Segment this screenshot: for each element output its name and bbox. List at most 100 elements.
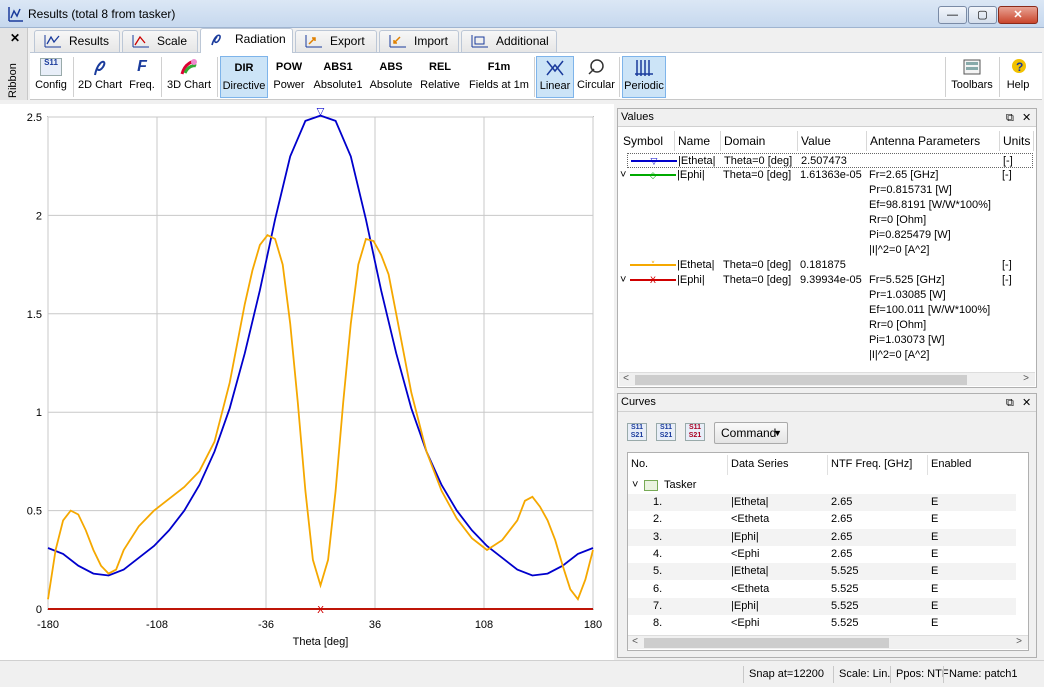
curve-row[interactable]: 2. <Etheta 2.65 E [628,511,1016,528]
curve-row[interactable]: 5. |Etheta| 5.525 E [628,563,1016,581]
float-pane-icon[interactable]: ⧉ [1006,110,1014,127]
expand-chevron-icon[interactable]: ˅ [620,273,626,288]
absolute-button[interactable]: ABS Absolute [368,56,414,98]
tab-label: Scale [157,34,188,48]
values-domain: Theta=0 [deg] [723,169,792,181]
values-row[interactable]: ˅ X |Ephi| Theta=0 [deg] 9.39934e-05 [-] Fr=5.… [620,273,1034,363]
curve-row[interactable]: 3. |Ephi| 2.65 E [628,528,1016,546]
values-units: [-] [1002,169,1012,181]
periodic-icon [623,57,665,79]
x-tick-label: 36 [369,619,381,631]
antenna-parameter: Ef=100.011 [W/W*100%] [869,304,991,316]
tab-import[interactable]: Import [379,30,459,52]
x-axis-label: Theta [deg] [293,636,349,648]
antenna-parameter: Fr=5.525 [GHz] [869,274,945,286]
values-col-header[interactable]: Units [1000,131,1034,151]
fields-at-1m-icon: F1m [487,61,511,73]
radiation-chart[interactable]: -180 -108 -36 36 108 180 0 0.5 1 1.5 2 2.5 ▽ X Theta [… [0,104,614,660]
fields-at-1m-button[interactable]: F1m Fields at 1m [466,56,532,98]
curve-enabled: E [931,582,939,595]
col-header-freq[interactable]: NTF Freq. [GHz] [828,455,928,475]
power-icon: POW [275,61,303,73]
curve-row[interactable]: 4. <Ephi 2.65 E [628,546,1016,563]
toolbars-button[interactable]: Toolbars [948,56,996,98]
col-header-no[interactable]: No. [628,455,728,475]
scroll-left-icon[interactable]: < [619,373,633,384]
help-button[interactable]: ? Help [1002,56,1034,98]
circular-button[interactable]: Circular [576,56,616,98]
values-col-header[interactable]: Antenna Parameters [867,131,1000,151]
float-pane-icon[interactable]: ⧉ [1006,395,1014,412]
antenna-parameter: Pi=1.03073 [W] [869,334,945,346]
values-col-header[interactable]: Domain [721,131,798,151]
curves-s11-icon[interactable]: S11 S21 [627,423,647,441]
periodic-button[interactable]: Periodic [622,56,666,98]
y-tick-label: 2 [36,210,42,222]
relative-button[interactable]: REL Relative [416,56,464,98]
values-pane-header: Values ⧉ ✕ [618,109,1036,127]
values-col-header[interactable]: Value [798,131,867,151]
y-tick-label: 2.5 [27,112,42,124]
values-table: Symbol Name Domain Value Antenna Parameters U… [620,131,1034,371]
curves-s11-compare-icon[interactable]: S11 S21 [656,423,676,441]
curve-series: <Etheta [731,513,770,526]
tab-label: Additional [496,34,549,48]
tab-label: Import [414,34,449,48]
values-row[interactable]: ˅ ◇ |Ephi| Theta=0 [deg] 1.61363e-05 [-] Fr=2.… [620,168,1034,258]
scroll-right-icon[interactable]: > [1012,636,1026,647]
chart-svg[interactable]: -180 -108 -36 36 108 180 0 0.5 1 1.5 2 2.5 ▽ X Theta [… [0,104,614,660]
3d-chart-button[interactable]: 3D Chart [164,56,214,98]
linear-button[interactable]: Linear [536,56,574,98]
absolute1-button[interactable]: ABS1 Absolute1 [310,56,366,98]
directive-button[interactable]: DIR Directive [220,56,268,98]
close-pane-icon[interactable]: ✕ [1022,395,1031,412]
curves-pane: Curves ⧉ ✕ S11 S21 S11 S21 S11 S21 Comma… [617,393,1037,658]
tab-additional[interactable]: Additional [461,30,557,52]
power-button[interactable]: POW Power [270,56,308,98]
collapse-chevron-icon[interactable]: ˅ [632,477,638,494]
x-tick-label: 108 [475,619,493,631]
antenna-parameter: Pr=0.815731 [W] [869,184,952,196]
close-window-button[interactable]: ✕ [998,6,1038,24]
curve-row[interactable]: 7. |Ephi| 5.525 E [628,597,1016,615]
values-row[interactable]: ˅ |Etheta| Theta=0 [deg] 0.181875 [-] [620,258,1034,273]
scroll-left-icon[interactable]: < [628,636,642,647]
2d-chart-button[interactable]: 2D Chart [76,56,124,98]
expand-chevron-icon[interactable]: ˅ [620,168,626,183]
status-name: Name: patch1 [943,666,1017,683]
tasker-group-row[interactable]: ˅ Tasker [628,477,1016,494]
series-marker: ▽ [651,157,658,167]
curves-pane-title: Curves [621,396,656,408]
config-button[interactable]: S11 Config [32,56,70,98]
scroll-right-icon[interactable]: > [1019,373,1033,384]
values-hscrollbar[interactable]: < > [619,372,1035,386]
tab-scale[interactable]: Scale [122,30,198,52]
curve-enabled: E [931,547,939,560]
curve-row[interactable]: 8. <Ephi 5.525 E [628,615,1016,632]
col-header-series[interactable]: Data Series [728,455,828,475]
values-col-header[interactable]: Symbol [620,131,675,151]
values-col-header[interactable]: Name [675,131,721,151]
tab-results[interactable]: Results [34,30,120,52]
status-snap: Snap at=12200 [743,666,824,683]
minimize-button[interactable]: — [938,6,967,24]
freq-button[interactable]: F Freq. [126,56,158,98]
curve-no: 7. [653,599,663,612]
curves-hscrollbar[interactable]: < > [628,635,1028,649]
scroll-thumb[interactable] [635,375,967,385]
tab-export[interactable]: Export [295,30,377,52]
maximize-button[interactable]: ▢ [968,6,997,24]
curve-no: 4. [653,547,663,560]
command-dropdown[interactable]: Command ▼ [714,422,788,444]
tab-radiation[interactable]: Radiation [200,28,293,53]
values-row[interactable]: ▽ |Etheta| Theta=0 [deg] 2.507473 [-] [627,153,1033,168]
close-pane-icon[interactable]: ✕ [1022,110,1031,127]
curve-row[interactable]: 6. <Etheta 5.525 E [628,581,1016,598]
col-header-enabled[interactable]: Enabled [928,455,1028,475]
curves-s11-remove-icon[interactable]: S11 S21 [685,423,705,441]
series-symbol: ▽ [631,157,677,167]
ribbon-close-icon[interactable]: ✕ [10,31,20,45]
scroll-thumb[interactable] [644,638,889,648]
curve-row[interactable]: 1. |Etheta| 2.65 E [628,494,1016,511]
curve-series: <Ephi [731,547,760,560]
